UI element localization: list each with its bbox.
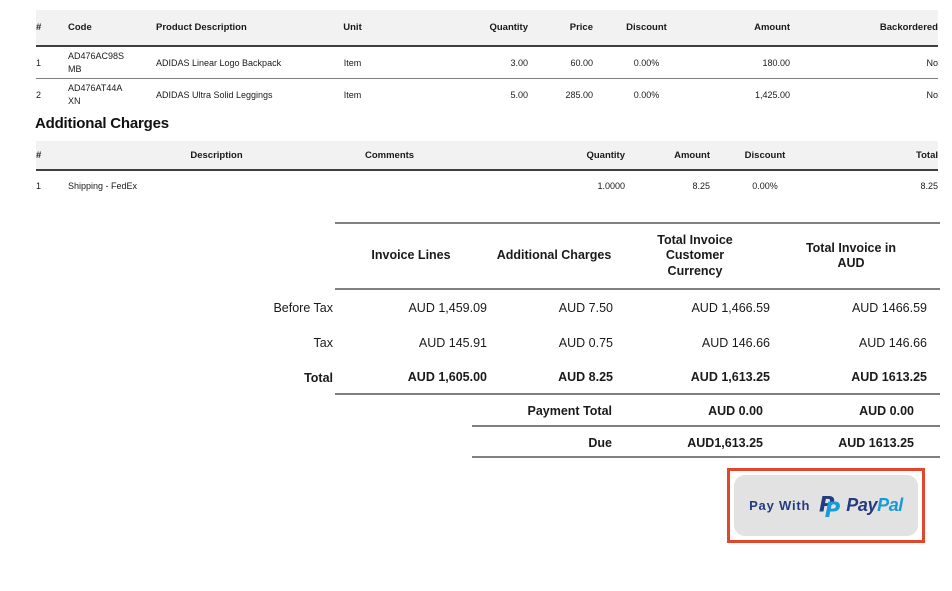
col-header-discount: Discount [593, 10, 700, 46]
due-aud: AUD 1613.25 [775, 427, 940, 458]
col-header-description: Product Description [156, 10, 300, 46]
due-underline [472, 456, 940, 458]
products-header-row: # Code Product Description Unit Quantity… [36, 10, 938, 46]
paypal-monogram-icon: P P [819, 491, 844, 520]
cell-discount: 0.00% [710, 170, 820, 201]
code-line: MB [68, 63, 156, 75]
col-header-num: # [36, 141, 68, 170]
pay-with-label: Pay With [749, 498, 810, 513]
col-header-num: # [36, 10, 68, 46]
cell-description: ADIDAS Ultra Solid Leggings [156, 79, 300, 111]
svg-text:P: P [825, 497, 841, 520]
col-header-quantity: Quantity [405, 10, 528, 46]
summary-header-aud: Total Invoice in AUD [775, 222, 940, 290]
cell-unit: Item [300, 79, 405, 111]
product-row: 1 AD476AC98S MB ADIDAS Linear Logo Backp… [36, 46, 938, 79]
summary-corner-spacer [225, 222, 335, 290]
due-label: Due [225, 427, 620, 458]
total-aud: AUD 1613.25 [775, 360, 940, 395]
col-header-amount: Amount [700, 10, 790, 46]
cell-quantity: 3.00 [405, 46, 528, 79]
code-line: XN [68, 95, 156, 107]
cell-description: ADIDAS Linear Logo Backpack [156, 46, 300, 79]
due-customer-currency: AUD1,613.25 [620, 427, 775, 458]
before-tax-additional-charges: AUD 7.50 [495, 290, 620, 325]
cell-discount: 0.00% [593, 79, 700, 111]
cell-total: 8.25 [820, 170, 938, 201]
paypal-highlight-box: Pay With P P PayPal [727, 468, 925, 543]
additional-charges-header-row: # Description Comments Quantity Amount D… [36, 141, 938, 170]
col-header-discount: Discount [710, 141, 820, 170]
paypal-wordmark-pal: Pal [877, 495, 903, 515]
col-header-amount: Amount [625, 141, 710, 170]
tax-customer-currency: AUD 146.66 [620, 325, 775, 360]
paypal-wordmark: PayPal [846, 495, 903, 516]
cell-comments [365, 170, 560, 201]
summary-header-label: Total Invoice Customer Currency [645, 233, 745, 279]
cell-backordered: No [790, 46, 938, 79]
summary-row-label-tax: Tax [225, 325, 335, 360]
col-header-code: Code [68, 10, 156, 46]
tax-additional-charges: AUD 0.75 [495, 325, 620, 360]
cell-quantity: 5.00 [405, 79, 528, 111]
products-table: # Code Product Description Unit Quantity… [36, 10, 938, 110]
summary-table: Invoice Lines Additional Charges Total I… [225, 222, 940, 458]
paypal-pay-button[interactable]: Pay With P P PayPal [734, 475, 918, 536]
summary-header-label: Additional Charges [497, 248, 612, 263]
payment-total-underline [472, 425, 940, 427]
charge-row: 1 Shipping - FedEx 1.0000 8.25 0.00% 8.2… [36, 170, 938, 201]
cell-amount: 1,425.00 [700, 79, 790, 111]
summary-header-customer-currency: Total Invoice Customer Currency [620, 222, 775, 290]
summary-header-additional-charges: Additional Charges [495, 222, 620, 290]
payment-total-label: Payment Total [225, 395, 620, 427]
total-customer-currency: AUD 1,613.25 [620, 360, 775, 395]
additional-charges-table: # Description Comments Quantity Amount D… [36, 141, 938, 201]
cell-num: 2 [36, 79, 68, 111]
cell-price: 285.00 [528, 79, 593, 111]
cell-amount: 180.00 [700, 46, 790, 79]
cell-description: Shipping - FedEx [68, 170, 365, 201]
cell-price: 60.00 [528, 46, 593, 79]
col-header-comments: Comments [365, 141, 560, 170]
code-line: AD476AC98S [68, 50, 156, 62]
before-tax-invoice-lines: AUD 1,459.09 [335, 290, 495, 325]
cell-quantity: 1.0000 [560, 170, 625, 201]
col-header-total: Total [820, 141, 938, 170]
total-invoice-lines: AUD 1,605.00 [335, 360, 495, 395]
summary-header-invoice-lines: Invoice Lines [335, 222, 495, 290]
cell-num: 1 [36, 46, 68, 79]
paypal-logo: P P PayPal [819, 491, 903, 520]
payment-total-aud: AUD 0.00 [775, 395, 940, 427]
col-header-quantity: Quantity [560, 141, 625, 170]
cell-discount: 0.00% [593, 46, 700, 79]
before-tax-aud: AUD 1466.59 [775, 290, 940, 325]
tax-aud: AUD 146.66 [775, 325, 940, 360]
cell-amount: 8.25 [625, 170, 710, 201]
summary-header-label: Total Invoice in AUD [796, 241, 906, 272]
col-header-unit: Unit [300, 10, 405, 46]
before-tax-customer-currency: AUD 1,466.59 [620, 290, 775, 325]
col-header-description: Description [68, 141, 365, 170]
additional-charges-heading: Additional Charges [35, 115, 169, 132]
tax-invoice-lines: AUD 145.91 [335, 325, 495, 360]
col-header-backordered: Backordered [790, 10, 938, 46]
paypal-wordmark-pay: Pay [846, 495, 877, 515]
code-line: AD476AT44A [68, 82, 156, 94]
total-additional-charges: AUD 8.25 [495, 360, 620, 395]
summary-row-label-before-tax: Before Tax [225, 290, 335, 325]
cell-code: AD476AC98S MB [68, 46, 156, 79]
product-row: 2 AD476AT44A XN ADIDAS Ultra Solid Leggi… [36, 79, 938, 111]
payment-total-customer-currency: AUD 0.00 [620, 395, 775, 427]
cell-num: 1 [36, 170, 68, 201]
cell-unit: Item [300, 46, 405, 79]
col-header-price: Price [528, 10, 593, 46]
cell-code: AD476AT44A XN [68, 79, 156, 111]
cell-backordered: No [790, 79, 938, 111]
summary-header-label: Invoice Lines [371, 248, 450, 263]
summary-row-label-total: Total [225, 360, 335, 395]
